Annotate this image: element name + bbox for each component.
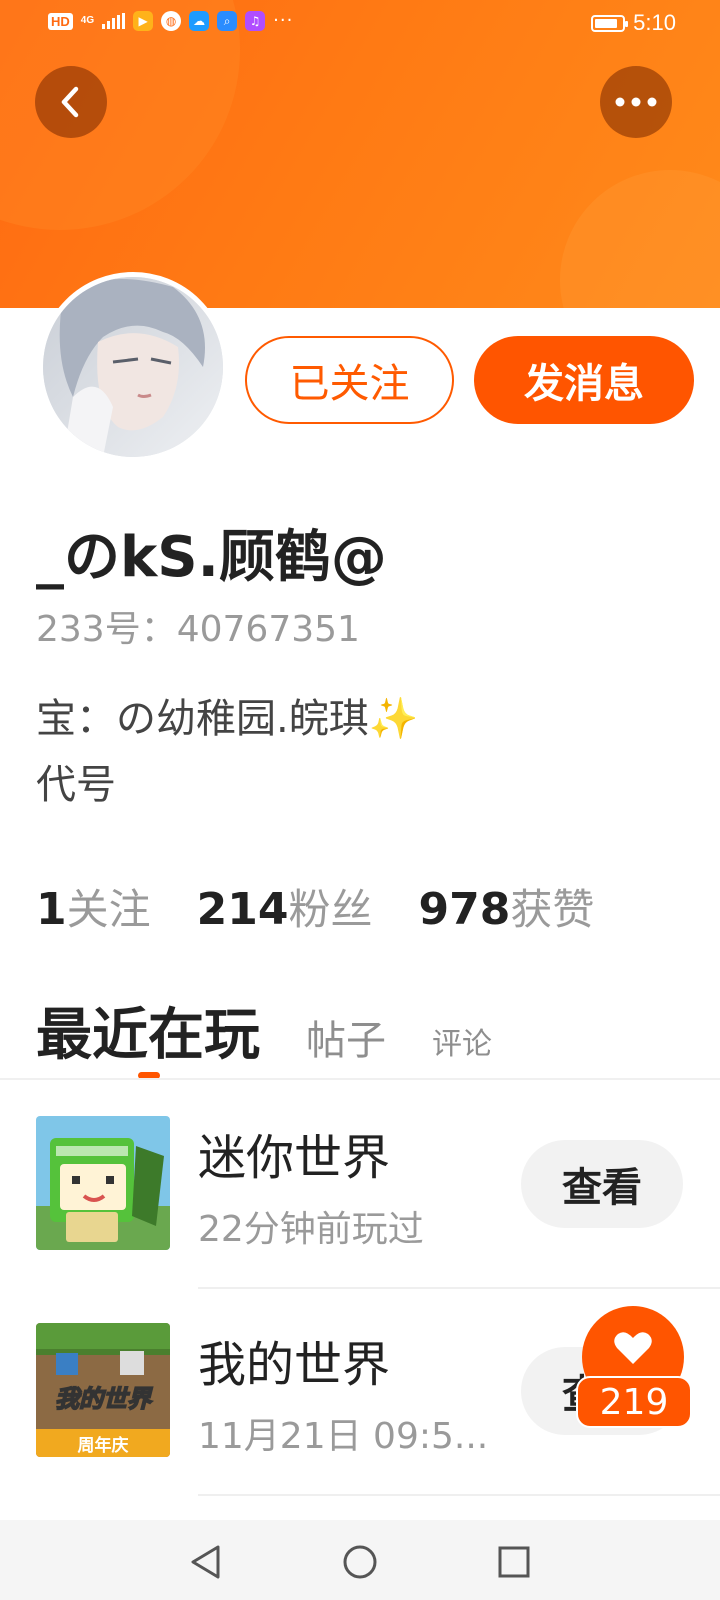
music-app-icon: ♫ bbox=[245, 11, 266, 31]
network-type: HD bbox=[48, 12, 73, 30]
divider bbox=[0, 1078, 720, 1080]
nav-recents-button[interactable] bbox=[494, 1542, 534, 1582]
more-dots-icon bbox=[615, 97, 657, 107]
nav-home-button[interactable] bbox=[340, 1542, 380, 1582]
bio-text: 宝：の幼稚园.皖琪 bbox=[36, 696, 369, 742]
nav-back-button[interactable] bbox=[186, 1542, 226, 1582]
banner-decoration bbox=[560, 170, 720, 308]
divider bbox=[198, 1494, 720, 1496]
stat-number: 214 bbox=[196, 884, 289, 935]
square-recents-icon bbox=[498, 1546, 530, 1578]
tab-posts[interactable]: 帖子 bbox=[306, 1008, 386, 1066]
signal-type: 4G bbox=[80, 15, 95, 26]
sparkle-emoji: ✨ bbox=[368, 696, 419, 742]
system-nav-bar bbox=[0, 1520, 720, 1600]
cloud-app-icon: ☁ bbox=[189, 11, 210, 31]
icon-title: 我的世界 bbox=[55, 1385, 153, 1413]
signal-bars-icon bbox=[102, 13, 126, 29]
likes-stat[interactable]: 978获赞 bbox=[419, 876, 595, 937]
following-button[interactable]: 已关注 bbox=[245, 336, 454, 424]
more-notifications-icon: ··· bbox=[273, 10, 294, 31]
user-id: 233号：40767351 bbox=[36, 609, 360, 650]
send-message-button[interactable]: 发消息 bbox=[474, 336, 694, 424]
ball-app-icon: ◍ bbox=[161, 11, 182, 31]
stat-label: 粉丝 bbox=[288, 885, 373, 934]
avatar-image bbox=[43, 277, 223, 457]
stat-label: 获赞 bbox=[510, 885, 595, 934]
profile-tabs: 最近在玩 帖子 评论 bbox=[36, 990, 492, 1071]
triangle-back-icon bbox=[191, 1545, 220, 1579]
avatar[interactable] bbox=[38, 272, 228, 462]
chevron-left-icon bbox=[61, 86, 79, 118]
minecraft-game-icon: 我的世界 周年庆 bbox=[36, 1323, 170, 1457]
mini-world-game-icon bbox=[36, 1116, 170, 1250]
clock: 5:10 bbox=[633, 10, 676, 35]
status-bar: HD 4G ▶ ◍ ☁ ⌕ ♫ ··· 5:10 bbox=[0, 0, 720, 48]
stat-number: 1 bbox=[36, 884, 67, 935]
circle-home-icon bbox=[343, 1545, 377, 1579]
tab-recently-played[interactable]: 最近在玩 bbox=[36, 990, 260, 1071]
followers-stat[interactable]: 214粉丝 bbox=[197, 876, 373, 937]
username: _のkS.顾鹤@ bbox=[36, 525, 387, 590]
video-app-icon: ▶ bbox=[133, 11, 154, 31]
icon-subtitle: 周年庆 bbox=[78, 1435, 129, 1456]
heart-icon bbox=[614, 1332, 652, 1364]
stat-label: 关注 bbox=[66, 885, 151, 934]
bio-line: 宝：の幼稚园.皖琪✨ bbox=[36, 686, 419, 744]
last-played-time: 22分钟前玩过 bbox=[198, 1209, 424, 1250]
last-played-time: 11月21日 09:5... bbox=[198, 1416, 489, 1457]
bio-line: 代号 bbox=[36, 762, 116, 808]
search-app-icon: ⌕ bbox=[217, 11, 238, 31]
following-stat[interactable]: 1关注 bbox=[36, 876, 151, 937]
more-button[interactable] bbox=[600, 66, 672, 138]
game-name: 迷你世界 bbox=[198, 1130, 391, 1186]
battery-icon bbox=[591, 14, 629, 32]
stats-row: 1关注 214粉丝 978获赞 bbox=[36, 876, 594, 937]
tab-comments[interactable]: 评论 bbox=[432, 1019, 492, 1063]
game-name: 我的世界 bbox=[198, 1337, 391, 1393]
stat-number: 978 bbox=[418, 884, 511, 935]
game-list-item[interactable]: 迷你世界 22分钟前玩过 查看 bbox=[0, 1116, 720, 1286]
view-button[interactable]: 查看 bbox=[521, 1140, 683, 1228]
like-count: 219 bbox=[576, 1376, 692, 1428]
back-button[interactable] bbox=[35, 66, 107, 138]
divider bbox=[198, 1287, 720, 1289]
